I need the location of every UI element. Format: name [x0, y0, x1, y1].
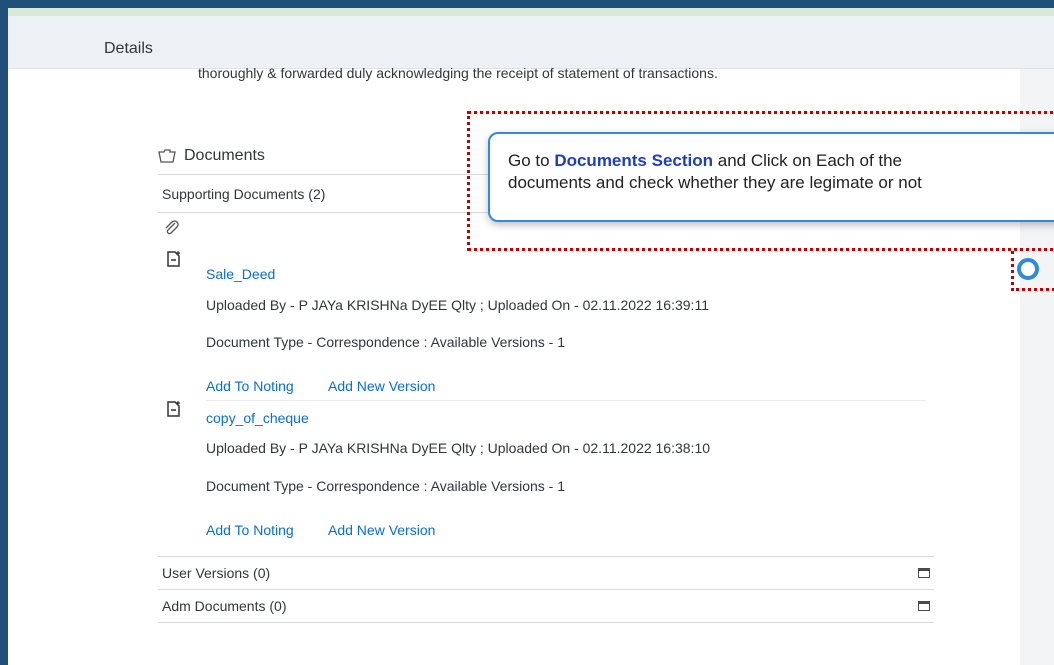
- divider: [206, 400, 926, 401]
- document-uploaded-info: Uploaded By - P JAYa KRISHNa DyEE Qlty ;…: [206, 297, 709, 313]
- adm-documents-label[interactable]: Adm Documents (0): [162, 598, 286, 614]
- divider: [158, 212, 488, 213]
- tooltip-prefix: Go to: [508, 151, 555, 170]
- tooltip-line1: and Click on Each of the: [713, 151, 903, 170]
- supporting-documents-label[interactable]: Supporting Documents (2): [162, 186, 325, 202]
- add-new-version-link[interactable]: Add New Version: [328, 522, 435, 538]
- add-to-noting-link[interactable]: Add To Noting: [206, 378, 294, 394]
- user-versions-label[interactable]: User Versions (0): [162, 565, 270, 581]
- document-type-info: Document Type - Correspondence : Availab…: [206, 478, 566, 494]
- document-icon: [167, 251, 180, 267]
- document-icon: [167, 401, 180, 417]
- document-link-copy-of-cheque[interactable]: copy_of_cheque: [206, 410, 309, 426]
- details-header: Details: [8, 16, 1054, 69]
- document-type-info: Document Type - Correspondence : Availab…: [206, 334, 566, 350]
- folder-icon: [158, 149, 176, 163]
- tooltip-highlight: Documents Section: [554, 151, 714, 170]
- document-link-sale-deed[interactable]: Sale_Deed: [206, 266, 275, 282]
- intro-text: thoroughly & forwarded duly acknowledgin…: [198, 65, 718, 81]
- documents-section-header[interactable]: Documents: [158, 147, 265, 165]
- document-uploaded-info: Uploaded By - P JAYa KRISHNa DyEE Qlty ;…: [206, 440, 711, 456]
- documents-title: Documents: [184, 147, 265, 164]
- divider: [158, 622, 934, 623]
- app-window: Details thoroughly & forwarded duly ackn…: [8, 8, 1054, 665]
- paperclip-icon[interactable]: [164, 220, 180, 236]
- divider: [158, 556, 934, 557]
- top-strip: [8, 8, 1054, 16]
- tooltip-line2: documents and check whether they are leg…: [508, 173, 922, 192]
- divider: [158, 589, 934, 590]
- expand-icon[interactable]: [918, 568, 930, 578]
- add-to-noting-link[interactable]: Add To Noting: [206, 522, 294, 538]
- add-new-version-link[interactable]: Add New Version: [328, 378, 435, 394]
- divider: [158, 174, 488, 175]
- instruction-tooltip: Go to Documents Section and Click on Eac…: [488, 132, 1054, 222]
- page-title: Details: [104, 40, 153, 57]
- pointer-circle-icon: [1017, 258, 1039, 280]
- expand-icon[interactable]: [918, 601, 930, 611]
